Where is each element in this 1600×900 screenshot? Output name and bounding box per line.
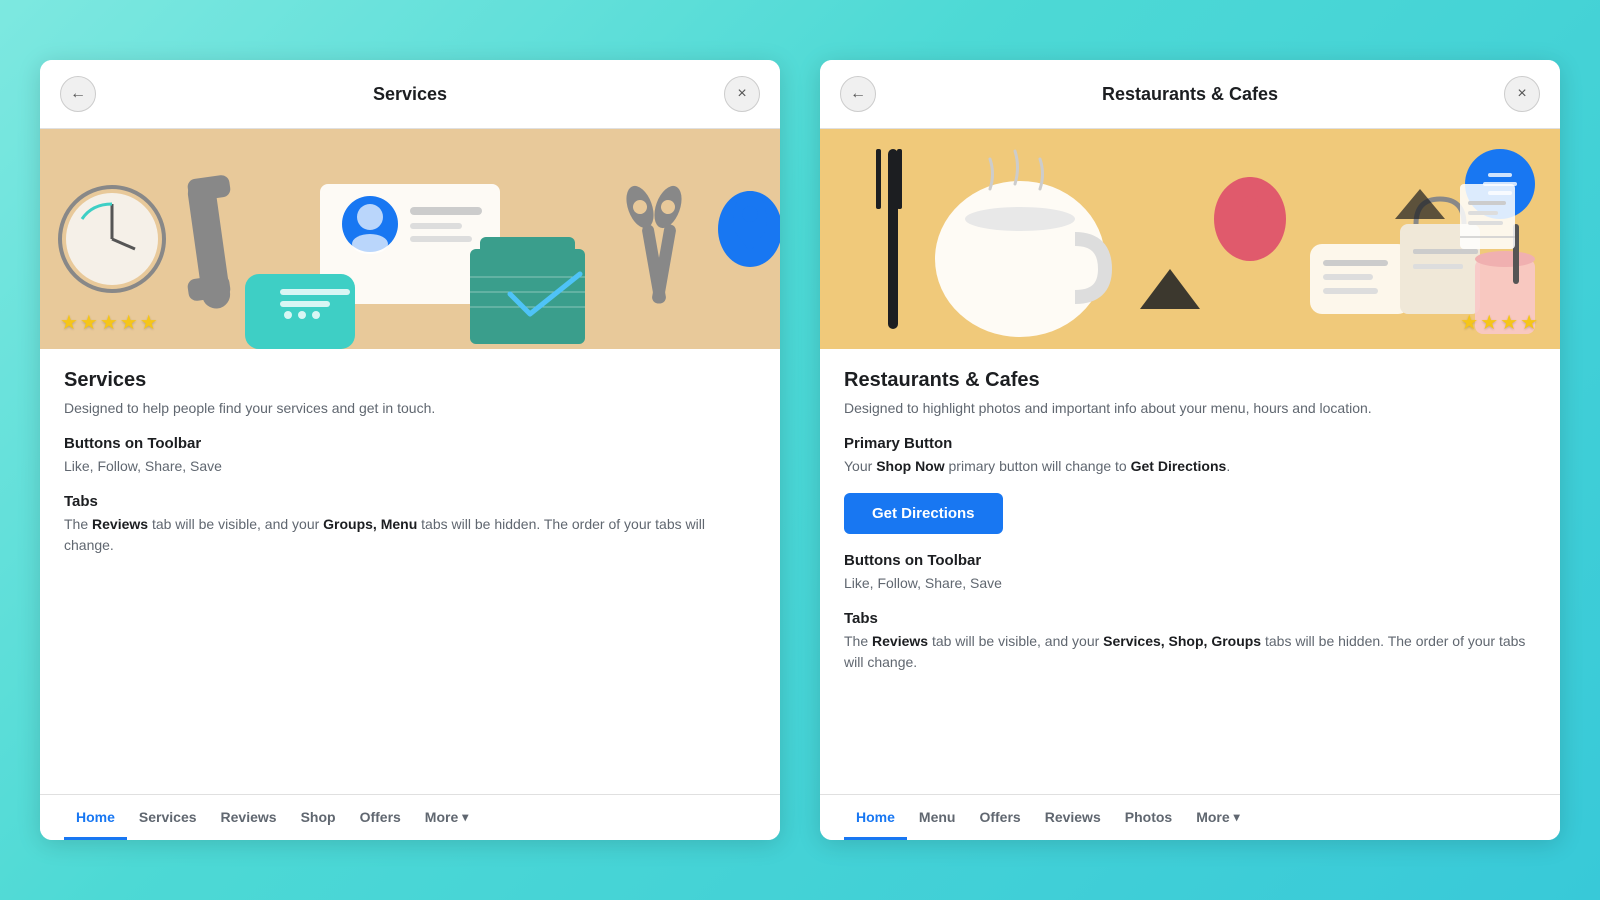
services-tabs-text: The Reviews tab will be visible, and you… (64, 514, 756, 556)
restaurants-body: Restaurants & Cafes Designed to highligh… (820, 349, 1560, 794)
tab-more[interactable]: More (413, 795, 480, 840)
tab-photos-r[interactable]: Photos (1113, 795, 1184, 840)
services-toolbar-text: Like, Follow, Share, Save (64, 456, 756, 477)
services-section-desc: Designed to help people find your servic… (64, 398, 756, 419)
restaurants-section-desc: Designed to highlight photos and importa… (844, 398, 1536, 419)
restaurants-back-button[interactable]: ← (840, 76, 876, 112)
services-section-title: Services (64, 369, 756, 392)
tab-menu-r[interactable]: Menu (907, 795, 968, 840)
services-close-button[interactable]: × (724, 76, 760, 112)
restaurants-tabs-bold1: Reviews (872, 633, 928, 649)
tab-offers[interactable]: Offers (348, 795, 413, 840)
restaurants-close-button[interactable]: × (1504, 76, 1540, 112)
tab-shop[interactable]: Shop (289, 795, 348, 840)
restaurants-header: ← Restaurants & Cafes × (820, 60, 1560, 129)
tab-offers-r[interactable]: Offers (967, 795, 1032, 840)
tab-home-r[interactable]: Home (844, 795, 907, 840)
services-body: Services Designed to help people find yo… (40, 349, 780, 794)
tab-reviews-r[interactable]: Reviews (1033, 795, 1113, 840)
restaurants-tabs-text: The Reviews tab will be visible, and you… (844, 631, 1536, 673)
restaurants-hero: ★★★★ (820, 129, 1560, 349)
restaurants-section-title: Restaurants & Cafes (844, 369, 1536, 392)
restaurants-tabs-bar: Home Menu Offers Reviews Photos More (820, 794, 1560, 840)
services-header: ← Services × (40, 60, 780, 129)
services-tabs-bold1: Reviews (92, 516, 148, 532)
restaurants-hero-svg (820, 129, 1560, 349)
restaurants-old-btn-label: Shop Now (876, 458, 944, 474)
restaurants-new-btn-label: Get Directions (1131, 458, 1227, 474)
restaurants-stars: ★★★★ (1460, 310, 1540, 335)
restaurants-card: ← Restaurants & Cafes × (820, 60, 1560, 840)
services-toolbar-title: Buttons on Toolbar (64, 435, 756, 452)
tab-home[interactable]: Home (64, 795, 127, 840)
services-stars: ★★★★★ (60, 310, 160, 335)
restaurants-tabs-title: Tabs (844, 610, 1536, 627)
restaurants-title: Restaurants & Cafes (1102, 84, 1278, 105)
restaurants-toolbar-title: Buttons on Toolbar (844, 552, 1536, 569)
services-tabs-title: Tabs (64, 493, 756, 510)
restaurants-primary-btn-title: Primary Button (844, 435, 1536, 452)
services-card: ← Services × (40, 60, 780, 840)
services-tabs-bold2: Groups, Menu (323, 516, 417, 532)
restaurants-toolbar-text: Like, Follow, Share, Save (844, 573, 1536, 594)
tab-services[interactable]: Services (127, 795, 209, 840)
restaurants-tabs-bold2: Services, Shop, Groups (1103, 633, 1261, 649)
services-back-button[interactable]: ← (60, 76, 96, 112)
tab-more-r[interactable]: More (1184, 795, 1251, 840)
services-hero: ★★★★★ (40, 129, 780, 349)
services-title: Services (373, 84, 447, 105)
services-tabs-bar: Home Services Reviews Shop Offers More (40, 794, 780, 840)
tab-reviews[interactable]: Reviews (209, 795, 289, 840)
restaurants-primary-btn-desc: Your Shop Now primary button will change… (844, 456, 1536, 477)
get-directions-button[interactable]: Get Directions (844, 493, 1003, 534)
